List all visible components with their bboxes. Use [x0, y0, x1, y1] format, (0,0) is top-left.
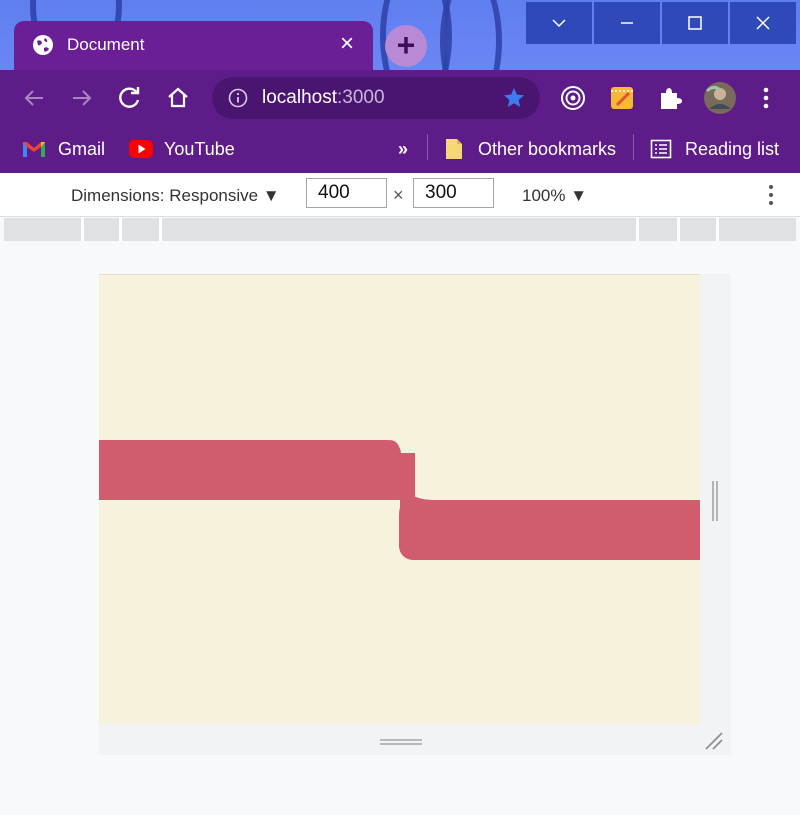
times-symbol: × [393, 185, 404, 205]
resize-corner-handle[interactable] [703, 730, 725, 752]
maximize-button[interactable] [662, 2, 728, 44]
browser-toolbar: localhost:3000 [0, 70, 800, 126]
window-titlebar: Document × + [0, 0, 800, 70]
zoom-dropdown[interactable]: 100% ▼ [522, 186, 587, 206]
info-icon[interactable] [228, 88, 248, 108]
browser-tab[interactable]: Document × [14, 21, 373, 70]
ruler-divider [159, 218, 162, 241]
close-window-button[interactable] [730, 2, 796, 44]
dimensions-dropdown[interactable]: Dimensions: Responsive ▼ [71, 186, 280, 206]
bookmark-label: Other bookmarks [478, 139, 617, 159]
bookmarks-overflow-button[interactable]: » [398, 137, 408, 161]
puzzle-piece-icon[interactable] [655, 83, 685, 113]
reading-list-icon [650, 139, 672, 159]
forward-arrow-icon[interactable] [69, 85, 95, 111]
extension-notes-icon[interactable] [607, 83, 637, 113]
folder-icon [446, 139, 462, 159]
bookmarks-bar: Gmail YouTube » Other bookmarks Reading … [0, 126, 800, 173]
tab-search-button[interactable] [526, 2, 592, 44]
bookmark-label: YouTube [164, 139, 235, 159]
more-vert-icon[interactable] [766, 184, 776, 206]
bookmark-star-icon[interactable] [502, 86, 526, 110]
ruler-divider [119, 218, 122, 241]
ruler-divider [636, 218, 639, 241]
back-arrow-icon[interactable] [21, 85, 47, 111]
reload-icon[interactable] [117, 85, 143, 111]
url-port: :3000 [337, 87, 385, 108]
wallpaper-decoration [440, 0, 502, 70]
minimize-icon [621, 22, 633, 24]
youtube-icon [129, 140, 153, 158]
page-viewport [99, 274, 700, 724]
tab-title: Document [67, 35, 145, 54]
close-icon [756, 16, 770, 30]
gmail-icon [23, 142, 45, 157]
media-query-bar[interactable] [4, 218, 796, 241]
chevron-down-icon [552, 19, 566, 28]
new-tab-button[interactable]: + [385, 25, 427, 67]
divider [427, 134, 428, 160]
extension-target-icon[interactable] [558, 83, 588, 113]
band-curve [389, 440, 433, 560]
ruler-divider [81, 218, 84, 241]
ruler-divider [677, 218, 680, 241]
ruler-divider [716, 218, 719, 241]
url-text: localhost:3000 [262, 87, 385, 109]
minimize-button[interactable] [594, 2, 660, 44]
device-toolbar: Dimensions: Responsive ▼ 400 × 300 100% … [0, 174, 800, 217]
resize-handle-bottom[interactable] [380, 737, 422, 747]
height-input[interactable]: 300 [413, 178, 494, 208]
home-icon[interactable] [165, 85, 191, 111]
resize-handle-right[interactable] [710, 481, 720, 521]
url-host: localhost [262, 87, 337, 108]
avatar[interactable] [703, 81, 737, 115]
bookmark-label: Gmail [58, 139, 106, 159]
address-bar[interactable]: localhost:3000 [212, 77, 540, 119]
width-input[interactable]: 400 [306, 178, 387, 208]
tab-close-button[interactable]: × [335, 32, 359, 56]
band-left [99, 440, 401, 500]
maximize-icon [688, 16, 702, 30]
divider [633, 134, 634, 160]
globe-icon [33, 35, 53, 55]
bookmark-label: Reading list [685, 139, 780, 159]
more-vert-icon[interactable] [751, 83, 781, 113]
